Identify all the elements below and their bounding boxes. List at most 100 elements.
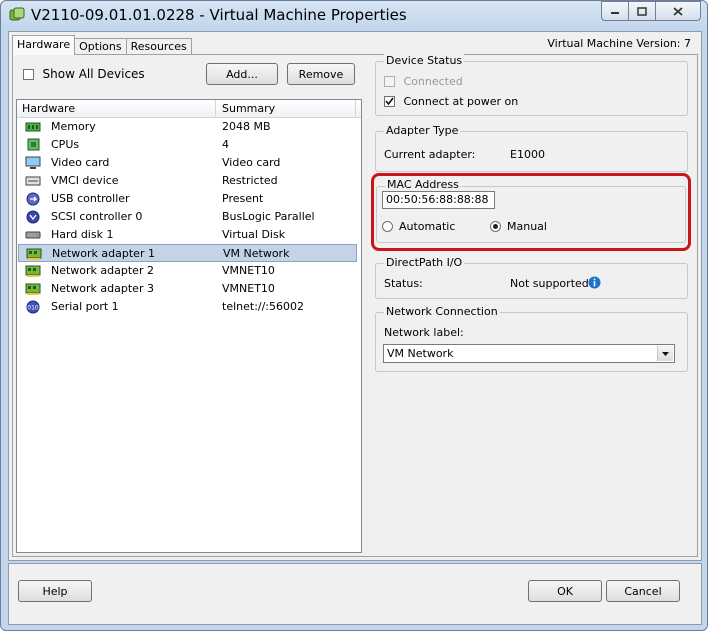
window-title: V2110-09.01.01.0228 - Virtual Machine Pr…: [31, 6, 407, 24]
mac-address-group: MAC Address 00:50:56:88:88:88 Automatic …: [376, 178, 686, 243]
dialog-client-area: Hardware Options Resources Virtual Machi…: [8, 31, 702, 561]
hardware-row-vmci-device[interactable]: VMCI device Restricted: [17, 172, 361, 190]
close-button[interactable]: [655, 1, 701, 21]
current-adapter-value: E1000: [510, 148, 545, 161]
hardware-summary: VM Network: [223, 247, 290, 260]
hardware-row-hard-disk[interactable]: Hard disk 1 Virtual Disk: [17, 226, 361, 244]
svg-text:010: 010: [27, 305, 39, 312]
manual-radio[interactable]: [490, 221, 501, 232]
vmci-icon: [25, 176, 41, 186]
connect-at-power-on-label: Connect at power on: [403, 94, 519, 108]
directpath-status-value: Not supported: [510, 277, 589, 290]
network-adapter-icon: [26, 248, 42, 260]
add-button[interactable]: Add...: [206, 63, 278, 85]
mac-address-input[interactable]: 00:50:56:88:88:88: [382, 191, 495, 209]
tab-strip: Hardware Options Resources: [12, 35, 192, 55]
connect-at-power-on-checkbox[interactable]: Connect at power on: [384, 94, 518, 108]
hardware-row-scsi-controller[interactable]: SCSI controller 0 BusLogic Parallel: [17, 208, 361, 226]
title-bar[interactable]: V2110-09.01.01.0228 - Virtual Machine Pr…: [1, 1, 707, 31]
hardware-summary: BusLogic Parallel: [222, 210, 315, 223]
adapter-type-group: Adapter Type Current adapter: E1000: [375, 124, 688, 172]
maximize-button[interactable]: [628, 1, 656, 21]
mac-address-legend: MAC Address: [385, 178, 461, 191]
hardware-row-serial-port[interactable]: 010 Serial port 1 telnet://:56002: [17, 298, 361, 316]
directpath-group: DirectPath I/O Status: Not supported: [375, 256, 688, 299]
automatic-radio[interactable]: [382, 221, 393, 232]
hardware-list: Hardware Summary Memory 2048 MB CPUs 4 V…: [16, 99, 362, 553]
network-label-dropdown[interactable]: VM Network: [383, 344, 675, 363]
hardware-name: Video card: [51, 156, 110, 169]
cancel-button[interactable]: Cancel: [606, 580, 680, 602]
hardware-row-cpus[interactable]: CPUs 4: [17, 136, 361, 154]
vm-app-icon: [9, 7, 25, 21]
info-icon[interactable]: [588, 276, 601, 289]
hardware-list-header: Hardware Summary: [17, 100, 361, 118]
connected-label: Connected: [403, 74, 463, 88]
directpath-status-label: Status:: [384, 277, 423, 290]
connect-at-power-on-box[interactable]: [384, 95, 395, 107]
manual-label: Manual: [507, 220, 547, 233]
tab-hardware[interactable]: Hardware: [12, 35, 76, 55]
show-all-devices-box[interactable]: [23, 68, 34, 80]
hardware-name: Hard disk 1: [51, 228, 114, 241]
usb-icon: [26, 192, 40, 206]
mac-address-highlight: MAC Address 00:50:56:88:88:88 Automatic …: [371, 173, 691, 251]
hardware-name: Serial port 1: [51, 300, 119, 313]
hardware-name: USB controller: [51, 192, 130, 205]
minimize-icon: [611, 12, 619, 14]
maximize-icon: [637, 6, 647, 16]
directpath-legend: DirectPath I/O: [384, 256, 465, 269]
hardware-summary: VMNET10: [222, 282, 275, 295]
hardware-summary: Video card: [222, 156, 281, 169]
hardware-row-usb-controller[interactable]: USB controller Present: [17, 190, 361, 208]
dropdown-arrow[interactable]: [657, 346, 673, 361]
network-adapter-icon: [25, 265, 41, 277]
adapter-type-legend: Adapter Type: [384, 124, 461, 137]
hardware-row-network-adapter-1[interactable]: Network adapter 1 VM Network: [18, 244, 357, 262]
hard-disk-icon: [25, 231, 41, 239]
connected-checkbox: Connected: [384, 74, 463, 88]
ok-button[interactable]: OK: [528, 580, 602, 602]
device-status-legend: Device Status: [384, 54, 465, 67]
hardware-summary: Present: [222, 192, 264, 205]
chevron-down-icon: [662, 352, 669, 356]
hardware-name: Network adapter 3: [51, 282, 154, 295]
network-label-value: VM Network: [387, 347, 454, 360]
serial-port-icon: 010: [26, 300, 40, 314]
hardware-name: Memory: [51, 120, 96, 133]
network-connection-group: Network Connection Network label: VM Net…: [375, 305, 688, 372]
remove-button[interactable]: Remove: [287, 63, 355, 85]
help-button[interactable]: Help: [18, 580, 92, 602]
hardware-row-network-adapter-3[interactable]: Network adapter 3 VMNET10: [17, 280, 361, 298]
hardware-row-memory[interactable]: Memory 2048 MB: [17, 118, 361, 136]
minimize-button[interactable]: [601, 1, 629, 21]
column-header-hardware[interactable]: Hardware: [22, 102, 75, 115]
hardware-summary: Restricted: [222, 174, 278, 187]
hardware-name: SCSI controller 0: [51, 210, 143, 223]
video-card-icon: [25, 156, 41, 169]
network-connection-legend: Network Connection: [384, 305, 500, 318]
current-adapter-label: Current adapter:: [384, 148, 476, 161]
connected-box: [384, 75, 395, 87]
hardware-summary: 2048 MB: [222, 120, 271, 133]
network-adapter-icon: [25, 283, 41, 295]
column-header-summary[interactable]: Summary: [222, 102, 275, 115]
network-label-label: Network label:: [384, 326, 464, 339]
hardware-summary: telnet://:56002: [222, 300, 305, 313]
hardware-name: Network adapter 1: [52, 247, 155, 260]
device-status-group: Device Status Connected Connect at power…: [375, 54, 688, 116]
tab-resources[interactable]: Resources: [125, 38, 192, 55]
hardware-name: VMCI device: [51, 174, 119, 187]
show-all-devices-checkbox[interactable]: Show All Devices: [23, 67, 145, 81]
hardware-summary: Virtual Disk: [222, 228, 286, 241]
tab-options[interactable]: Options: [74, 38, 127, 55]
hardware-row-video-card[interactable]: Video card Video card: [17, 154, 361, 172]
hardware-name: Network adapter 2: [51, 264, 154, 277]
hardware-summary: VMNET10: [222, 264, 275, 277]
hardware-name: CPUs: [51, 138, 80, 151]
cpu-icon: [27, 138, 40, 151]
window-controls: [601, 1, 701, 21]
show-all-devices-label: Show All Devices: [42, 67, 145, 81]
hardware-row-network-adapter-2[interactable]: Network adapter 2 VMNET10: [17, 262, 361, 280]
dialog-footer: Help OK Cancel: [8, 563, 702, 625]
